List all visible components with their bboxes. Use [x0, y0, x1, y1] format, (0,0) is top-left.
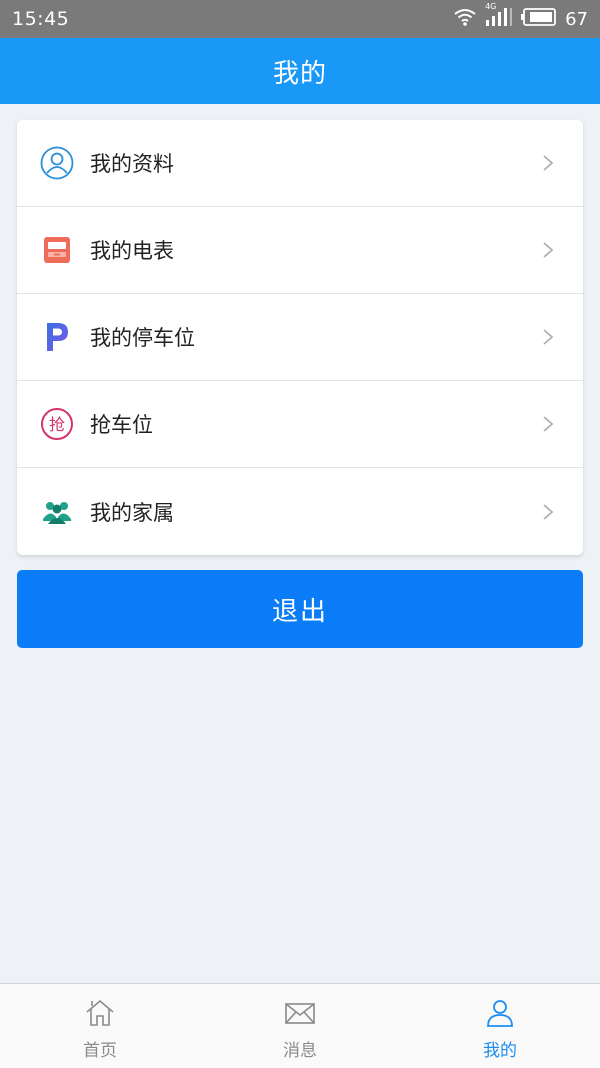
grab-parking-icon: 抢 [40, 407, 74, 441]
family-members-icon [40, 495, 74, 529]
user-profile-icon [40, 146, 74, 180]
tab-label: 首页 [83, 1041, 117, 1061]
chevron-right-icon [541, 414, 555, 434]
logout-button[interactable]: 退出 [17, 570, 583, 648]
page-header: 我的 [0, 38, 600, 104]
status-icons: 4G 67 [453, 2, 588, 33]
chevron-right-icon [541, 153, 555, 173]
tab-mine[interactable]: 我的 [400, 984, 600, 1068]
chevron-right-icon [541, 502, 555, 522]
tab-home[interactable]: 首页 [0, 984, 200, 1068]
menu-item-label: 我的家属 [90, 500, 174, 525]
battery-level: 67 [565, 8, 588, 30]
wifi-icon [453, 7, 477, 32]
tab-label: 消息 [283, 1041, 317, 1061]
grab-parking-icon-glyph: 抢 [49, 415, 65, 434]
menu-item-my-parking[interactable]: 我的停车位 [17, 294, 583, 381]
tab-messages[interactable]: 消息 [200, 984, 400, 1068]
menu-item-label: 抢车位 [90, 413, 153, 437]
bottom-tab-bar: 首页 消息 我的 [0, 983, 600, 1068]
chevron-right-icon [541, 240, 555, 260]
chevron-right-icon [541, 327, 555, 347]
mail-icon [283, 996, 317, 1030]
menu-item-my-family[interactable]: 我的家属 [17, 468, 583, 555]
menu-card: 我的资料 我的电表 我的停车位 抢 抢车位 我的家属 [17, 120, 583, 555]
electric-meter-icon [40, 233, 74, 267]
status-time: 15:45 [12, 8, 70, 30]
status-bar: 15:45 4G 67 [0, 0, 600, 38]
menu-item-label: 我的电表 [90, 239, 174, 263]
menu-item-my-meter[interactable]: 我的电表 [17, 207, 583, 294]
menu-item-grab-parking[interactable]: 抢 抢车位 [17, 381, 583, 468]
cellular-signal-icon: 4G [485, 2, 513, 33]
menu-item-my-profile[interactable]: 我的资料 [17, 120, 583, 207]
parking-icon [40, 320, 74, 354]
home-icon [83, 996, 117, 1030]
menu-item-label: 我的资料 [90, 152, 174, 176]
menu-item-label: 我的停车位 [90, 326, 195, 350]
tab-label: 我的 [483, 1041, 517, 1061]
network-type-label: 4G [485, 1, 497, 11]
battery-icon [521, 7, 557, 31]
person-icon [483, 996, 517, 1030]
page-title: 我的 [272, 58, 327, 89]
